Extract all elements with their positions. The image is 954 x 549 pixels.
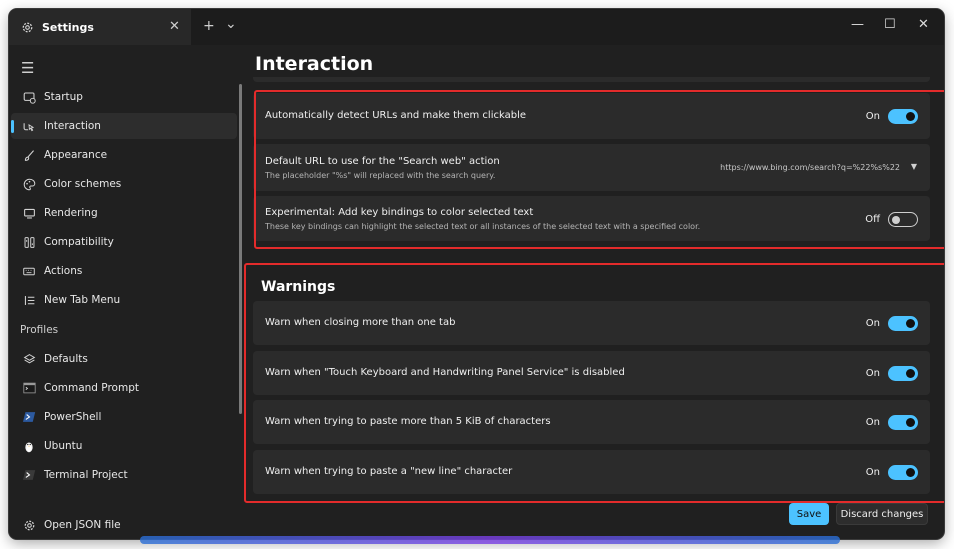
sidebar-item-interaction[interactable]: Interaction [11, 113, 237, 139]
sidebar-item-label: Defaults [44, 353, 88, 365]
sidebar-item-ubuntu[interactable]: Ubuntu [11, 433, 237, 459]
tab-title: Settings [42, 20, 94, 34]
layers-icon [21, 351, 37, 367]
tab-close-icon[interactable]: ✕ [169, 19, 180, 34]
gear-icon [22, 22, 33, 32]
monitor-icon [21, 205, 37, 221]
sidebar-item-label: Color schemes [44, 178, 122, 190]
sidebar-item-color-schemes[interactable]: Color schemes [11, 171, 237, 197]
sidebar-item-label: New Tab Menu [44, 294, 121, 306]
highlight-box-interaction [254, 90, 944, 249]
new-tab-button[interactable]: + [203, 18, 215, 34]
sidebar-item-powershell[interactable]: PowerShell [11, 404, 237, 430]
discard-changes-button[interactable]: Discard changes [836, 503, 928, 525]
title-bar: Settings ✕ + ⌄ — ☐ ✕ [9, 9, 944, 45]
highlight-box-warnings [244, 263, 944, 503]
minimize-button[interactable]: — [851, 17, 864, 32]
sidebar-item-terminal-project[interactable]: Terminal Project [11, 462, 237, 488]
ubuntu-icon [21, 438, 37, 454]
previous-setting-card [253, 77, 930, 82]
hamburger-menu-icon[interactable]: ☰ [21, 59, 34, 77]
powershell-icon [21, 409, 37, 425]
interaction-icon [21, 118, 37, 134]
maximize-button[interactable]: ☐ [884, 17, 896, 32]
cmd-icon [21, 380, 37, 396]
settings-window: Settings ✕ + ⌄ — ☐ ✕ ☰ Startup Interacti… [9, 9, 944, 539]
sidebar-item-label: Actions [44, 265, 83, 277]
startup-icon [21, 89, 37, 105]
sidebar-item-label: Startup [44, 91, 83, 103]
sidebar-item-compatibility[interactable]: Compatibility [11, 229, 237, 255]
sidebar-item-label: Appearance [44, 149, 108, 161]
save-button[interactable]: Save [789, 503, 829, 525]
sidebar-item-label: Compatibility [44, 236, 114, 248]
sidebar-item-label: Ubuntu [44, 440, 83, 452]
chevron-down-icon[interactable]: ⌄ [225, 16, 237, 32]
sidebar-item-new-tab-menu[interactable]: New Tab Menu [11, 287, 237, 313]
sidebar-item-label: Rendering [44, 207, 98, 219]
sidebar-item-defaults[interactable]: Defaults [11, 346, 237, 372]
close-window-button[interactable]: ✕ [918, 17, 929, 32]
sidebar-item-rendering[interactable]: Rendering [11, 200, 237, 226]
sidebar-item-label: Command Prompt [44, 382, 139, 394]
sidebar-item-appearance[interactable]: Appearance [11, 142, 237, 168]
palette-icon [21, 176, 37, 192]
open-json-file-button[interactable]: Open JSON file [11, 512, 237, 538]
sidebar-item-label: PowerShell [44, 411, 102, 423]
sidebar-item-label: Interaction [44, 120, 101, 132]
sidebar-item-startup[interactable]: Startup [11, 84, 237, 110]
sidebar: ☰ Startup Interaction Appearance Color s… [9, 45, 241, 539]
open-json-label: Open JSON file [44, 519, 121, 531]
terminal-icon [21, 467, 37, 483]
page-title: Interaction [255, 53, 374, 75]
list-icon [21, 292, 37, 308]
sidebar-item-command-prompt[interactable]: Command Prompt [11, 375, 237, 401]
profiles-header: Profiles [20, 324, 59, 336]
keyboard-icon [21, 263, 37, 279]
window-glow [140, 536, 840, 544]
sidebar-item-actions[interactable]: Actions [11, 258, 237, 284]
gear-icon [21, 517, 37, 533]
brush-icon [21, 147, 37, 163]
settings-tab[interactable]: Settings ✕ [9, 9, 191, 45]
main-content: Interaction Automatically detect URLs an… [241, 45, 944, 539]
sidebar-item-label: Terminal Project [44, 469, 128, 481]
selection-indicator [11, 120, 14, 133]
compatibility-icon [21, 234, 37, 250]
